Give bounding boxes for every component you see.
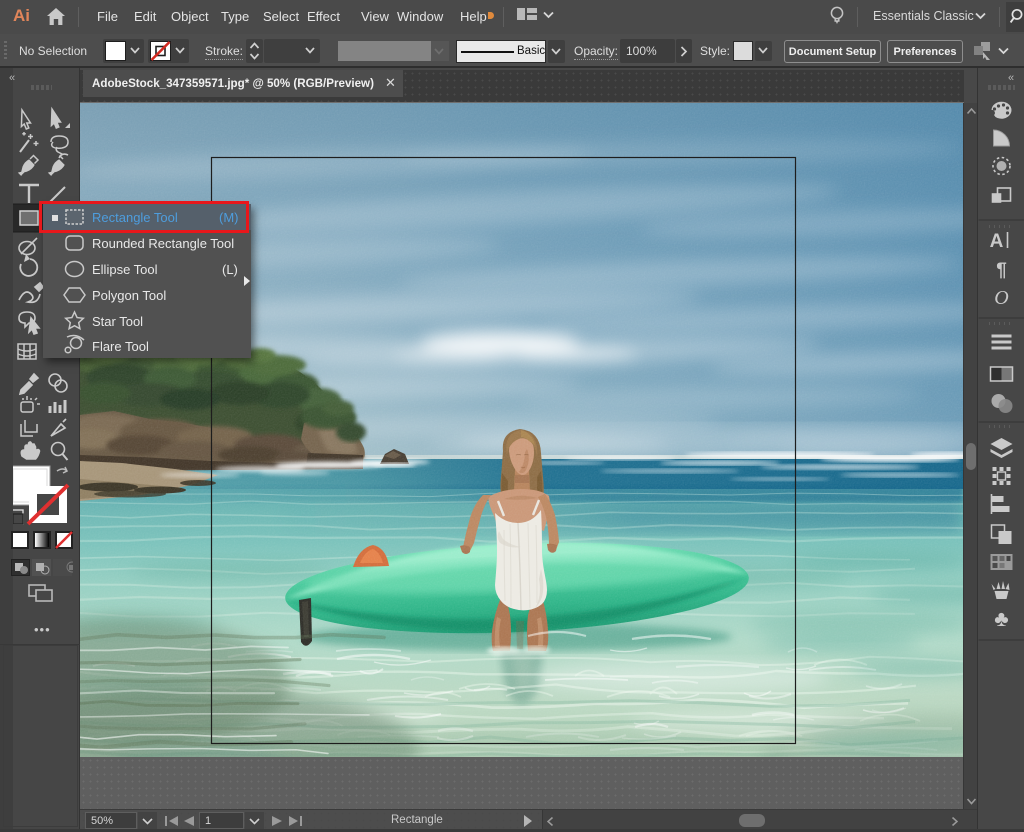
svg-text:¶: ¶ <box>996 260 1007 281</box>
svg-text:♣: ♣ <box>994 606 1008 631</box>
svg-text:O: O <box>994 287 1008 309</box>
svg-text:A: A <box>990 231 1004 252</box>
